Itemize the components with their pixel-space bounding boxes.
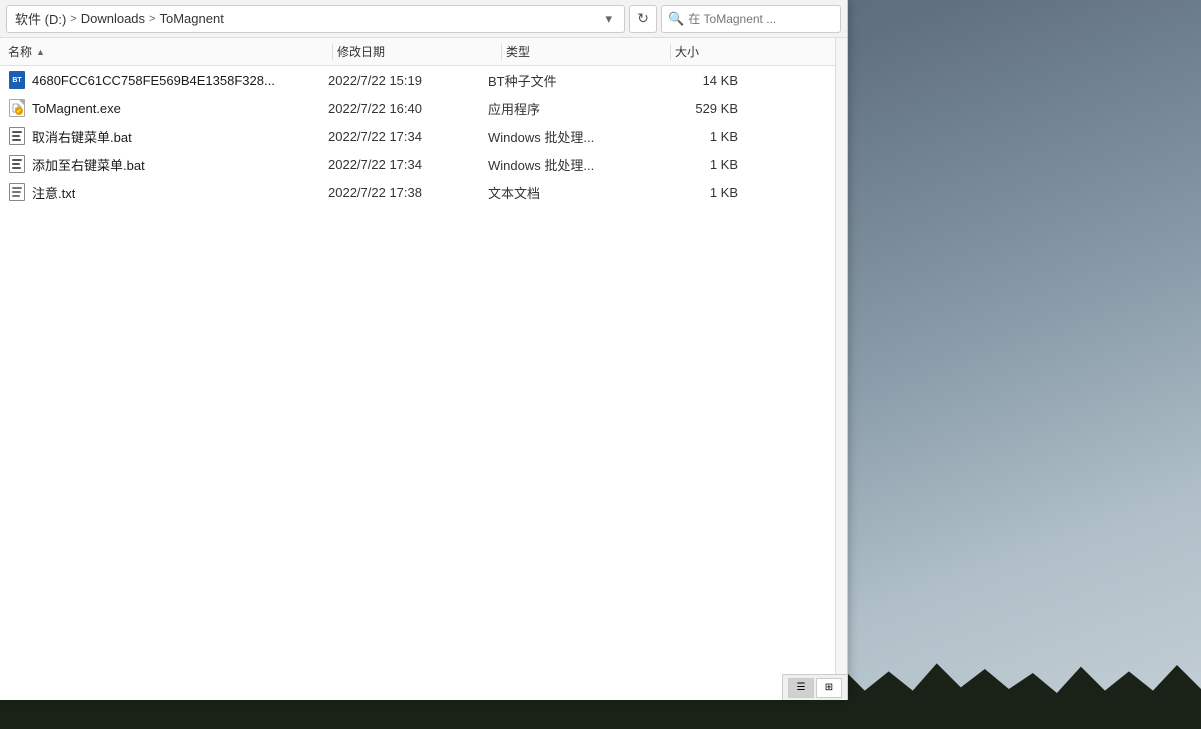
torrent-icon: BT — [9, 71, 25, 89]
col-name-label: 名称 — [8, 43, 32, 60]
refresh-button[interactable]: ↻ — [629, 5, 657, 33]
file-icon: BT — [8, 71, 26, 89]
table-row[interactable]: 注意.txt 2022/7/22 17:38 文本文档 1 KB — [0, 178, 835, 206]
file-rows-container: BT 4680FCC61CC758FE569B4E1358F328... 202… — [0, 66, 835, 700]
sort-arrow-icon: ▲ — [36, 47, 45, 57]
file-date: 2022/7/22 17:38 — [328, 185, 488, 200]
col-header-type[interactable]: 类型 — [506, 43, 666, 60]
table-row[interactable]: 添加至右键菜单.bat 2022/7/22 17:34 Windows 批处理.… — [0, 150, 835, 178]
bat-icon — [9, 155, 25, 173]
breadcrumb-sep1: > — [70, 13, 76, 25]
file-type: Windows 批处理... — [488, 127, 648, 146]
file-type: Windows 批处理... — [488, 155, 648, 174]
file-size: 1 KB — [648, 129, 738, 144]
file-size: 1 KB — [648, 185, 738, 200]
breadcrumb-downloads[interactable]: Downloads — [81, 11, 145, 26]
address-bar: 软件 (D:) > Downloads > ToMagnent ▾ ↻ 🔍 — [0, 0, 847, 38]
view-toggle: ☰ ⊞ — [782, 674, 847, 700]
content-area: 名称 ▲ 修改日期 类型 大小 — [0, 38, 847, 700]
file-icon — [8, 155, 26, 173]
explorer-window: 软件 (D:) > Downloads > ToMagnent ▾ ↻ 🔍 名称 — [0, 0, 848, 700]
table-row[interactable]: 取消右键菜单.bat 2022/7/22 17:34 Windows 批处理..… — [0, 122, 835, 150]
desktop: 软件 (D:) > Downloads > ToMagnent ▾ ↻ 🔍 名称 — [0, 0, 1201, 729]
detail-view-button[interactable]: ⊞ — [816, 678, 842, 698]
col-date-label: 修改日期 — [337, 45, 385, 59]
file-name-cell: BT 4680FCC61CC758FE569B4E1358F328... — [8, 71, 328, 89]
file-name-cell: ✓ ToMagnent.exe — [8, 99, 328, 117]
breadcrumb-sep2: > — [149, 13, 155, 25]
file-date: 2022/7/22 15:19 — [328, 73, 488, 88]
file-type: BT种子文件 — [488, 71, 648, 90]
file-name-text: 4680FCC61CC758FE569B4E1358F328... — [32, 73, 275, 88]
exe-icon: ✓ — [9, 99, 25, 117]
table-row[interactable]: ✓ ToMagnent.exe 2022/7/22 16:40 应用程序 529… — [0, 94, 835, 122]
file-date: 2022/7/22 17:34 — [328, 129, 488, 144]
file-name-cell: 注意.txt — [8, 183, 328, 202]
col-divider-2 — [501, 44, 502, 60]
col-header-date[interactable]: 修改日期 — [337, 43, 497, 60]
file-icon: ✓ — [8, 99, 26, 117]
file-list: 名称 ▲ 修改日期 类型 大小 — [0, 38, 835, 700]
bat-icon — [9, 127, 25, 145]
col-divider-3 — [670, 44, 671, 60]
file-icon — [8, 183, 26, 201]
file-size: 529 KB — [648, 101, 738, 116]
file-size: 1 KB — [648, 157, 738, 172]
list-view-button[interactable]: ☰ — [788, 678, 814, 698]
breadcrumb-tomagent[interactable]: ToMagnent — [159, 11, 223, 26]
col-size-label: 大小 — [675, 45, 699, 59]
file-name-text: 注意.txt — [32, 183, 75, 202]
file-type: 应用程序 — [488, 99, 648, 118]
file-name-text: 添加至右键菜单.bat — [32, 155, 145, 174]
file-name-text: ToMagnent.exe — [32, 101, 121, 116]
table-row[interactable]: BT 4680FCC61CC758FE569B4E1358F328... 202… — [0, 66, 835, 94]
search-input[interactable] — [688, 12, 828, 26]
file-name-cell: 取消右键菜单.bat — [8, 127, 328, 146]
file-date: 2022/7/22 17:34 — [328, 157, 488, 172]
file-size: 14 KB — [648, 73, 738, 88]
breadcrumb-path[interactable]: 软件 (D:) > Downloads > ToMagnent ▾ — [6, 5, 625, 33]
search-icon: 🔍 — [668, 11, 684, 27]
file-name-text: 取消右键菜单.bat — [32, 127, 132, 146]
txt-icon — [9, 183, 25, 201]
column-headers: 名称 ▲ 修改日期 类型 大小 — [0, 38, 835, 66]
file-date: 2022/7/22 16:40 — [328, 101, 488, 116]
file-type: 文本文档 — [488, 183, 648, 202]
col-header-size[interactable]: 大小 — [675, 43, 765, 60]
col-header-name[interactable]: 名称 ▲ — [8, 43, 328, 60]
col-divider-1 — [332, 44, 333, 60]
breadcrumb-drive[interactable]: 软件 (D:) — [15, 9, 66, 28]
breadcrumb-chevron-icon[interactable]: ▾ — [601, 9, 616, 29]
file-icon — [8, 127, 26, 145]
file-name-cell: 添加至右键菜单.bat — [8, 155, 328, 174]
col-type-label: 类型 — [506, 45, 530, 59]
scrollbar-track[interactable] — [835, 38, 847, 700]
search-box[interactable]: 🔍 — [661, 5, 841, 33]
